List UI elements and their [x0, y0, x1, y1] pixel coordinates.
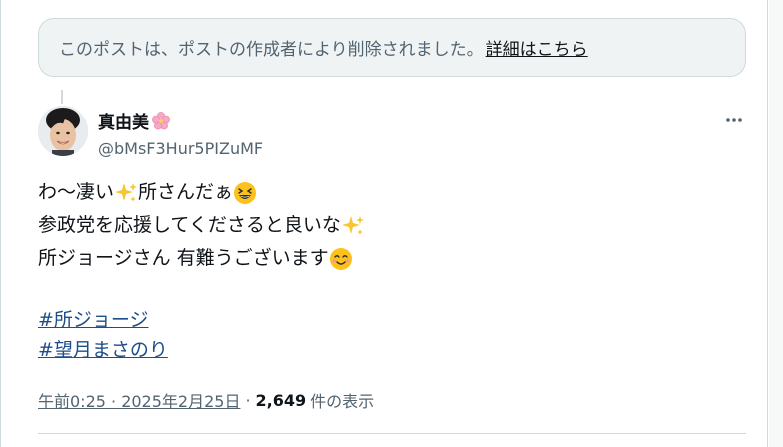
tweet-line-1-text-a: わ〜凄い — [38, 181, 115, 203]
smiling-face-with-smiling-eyes-icon — [329, 247, 352, 270]
views-label: 件の表示 — [310, 392, 375, 411]
meta-separator: · — [245, 390, 251, 410]
divider — [38, 433, 746, 434]
author-name-text: 真由美 — [98, 113, 149, 133]
tweet-line-3: 所ジョージさん 有難うございます — [38, 242, 365, 275]
deleted-post-notice: このポストは、ポストの作成者により削除されました。 詳細はこちら — [38, 18, 746, 77]
sparkles-icon — [115, 182, 138, 202]
tweet-line-1: わ〜凄い 所さんだぁ — [38, 176, 365, 209]
avatar[interactable] — [38, 106, 88, 156]
sparkles-icon — [341, 215, 364, 235]
tweet-line-2-text: 参政党を応援してくださると良いな — [38, 214, 341, 236]
author-name[interactable]: 真由美 — [98, 108, 263, 133]
details-link[interactable]: 詳細はこちら — [486, 35, 588, 60]
post-metadata: 午前0:25 · 2025年2月25日 · 2,649 件の表示 — [38, 388, 374, 412]
thread-connector-line — [61, 90, 63, 104]
tweet-line-1-text-b: 所さんだぁ — [138, 181, 234, 203]
scroll-gutter — [769, 0, 783, 447]
more-dots-icon — [726, 118, 742, 122]
tweet-line-2: 参政党を応援してくださると良いな — [38, 209, 365, 242]
deleted-notice-text: このポストは、ポストの作成者により削除されました。 — [59, 40, 484, 60]
more-options-button[interactable] — [722, 108, 746, 132]
hashtag-link[interactable]: #望月まさのり — [38, 335, 365, 365]
cherry-blossom-icon — [152, 111, 170, 129]
hashtag-link[interactable]: #所ジョージ — [38, 305, 365, 335]
views-count: 2,649 — [255, 390, 307, 410]
tweet-text: わ〜凄い 所さんだぁ 参政党を応援してくださると良いな 所ジョージさん 有難うご… — [38, 176, 365, 365]
author-block[interactable]: 真由美 @bMsF3Hur5PIZuMF — [98, 108, 263, 158]
post-timestamp[interactable]: 午前0:25 · 2025年2月25日 — [38, 388, 240, 412]
avatar-image — [38, 106, 88, 156]
author-handle[interactable]: @bMsF3Hur5PIZuMF — [98, 139, 263, 158]
grinning-squinting-face-icon — [234, 181, 257, 204]
tweet-line-3-text: 所ジョージさん 有難うございます — [38, 247, 329, 269]
